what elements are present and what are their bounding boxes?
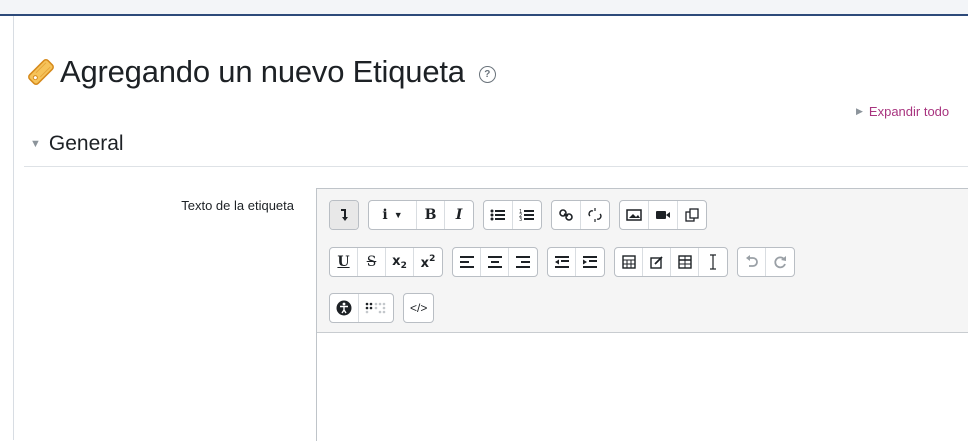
unlink-icon	[588, 208, 602, 222]
table-icon	[677, 255, 692, 269]
expand-all-link[interactable]: ▶ Expandir todo	[856, 104, 949, 119]
subscript-button[interactable]: x2	[386, 248, 414, 276]
undo-button[interactable]	[738, 248, 766, 276]
equation-icon	[621, 255, 636, 269]
manage-files-button[interactable]	[678, 201, 706, 229]
align-center-button[interactable]	[481, 248, 509, 276]
special-character-button[interactable]	[643, 248, 671, 276]
italic-icon: I	[455, 207, 463, 223]
align-center-icon	[487, 256, 502, 268]
toggle-toolbar-button[interactable]	[330, 201, 358, 229]
strikethrough-icon: S	[366, 254, 377, 270]
bold-icon: B	[424, 207, 437, 223]
unordered-list-icon	[490, 209, 505, 221]
indent-icon	[583, 256, 597, 268]
html-source-icon: </>	[410, 301, 428, 315]
editor-toolbar: i ▼ B I 1 2 3 U S x2 x2 </>	[317, 189, 968, 333]
toolbar-row-1: i ▼ B I 1 2 3	[329, 200, 707, 230]
undo-icon	[745, 255, 758, 267]
superscript-button[interactable]: x2	[414, 248, 442, 276]
redo-button[interactable]	[766, 248, 794, 276]
video-button[interactable]	[649, 201, 678, 229]
expand-all-label[interactable]: Expandir todo	[869, 104, 949, 119]
toolbar-group: 1 2 3	[483, 200, 542, 230]
toolbar-group	[614, 247, 728, 277]
superscript-icon: x2	[420, 253, 436, 271]
toolbar-row-2: U S x2 x2	[329, 247, 795, 277]
subscript-icon: x2	[392, 253, 407, 271]
toolbar-group: i ▼ B I	[368, 200, 474, 230]
toolbar-group	[452, 247, 538, 277]
align-right-icon	[516, 256, 530, 268]
collapse-caret-icon[interactable]: ▼	[30, 138, 41, 150]
special-character-icon	[649, 256, 663, 269]
unlink-button[interactable]	[581, 201, 609, 229]
underline-icon: U	[337, 254, 350, 270]
screenreader-helper-button[interactable]	[359, 294, 393, 322]
toolbar-group: U S x2 x2	[329, 247, 443, 277]
clear-formatting-icon	[710, 254, 716, 270]
field-label: Texto de la etiqueta	[181, 198, 294, 213]
video-icon	[656, 211, 670, 219]
outdent-icon	[554, 256, 569, 268]
editor-content-area[interactable]	[317, 333, 968, 441]
align-left-button[interactable]	[453, 248, 481, 276]
ordered-list-icon: 1 2 3	[519, 209, 534, 222]
paragraph-style-icon: i	[382, 207, 388, 223]
accessibility-checker-button[interactable]	[330, 294, 359, 322]
toolbar-group	[547, 247, 605, 277]
toolbar-row-3: </>	[329, 293, 435, 323]
svg-text:3: 3	[519, 217, 522, 222]
section-divider	[24, 166, 968, 167]
clear-formatting-button[interactable]	[699, 248, 727, 276]
align-right-button[interactable]	[509, 248, 537, 276]
link-icon	[559, 209, 573, 221]
expand-triangle-icon: ▶	[856, 106, 863, 116]
outdent-button[interactable]	[548, 248, 576, 276]
bold-button[interactable]: B	[417, 201, 445, 229]
align-left-icon	[459, 256, 474, 268]
strikethrough-button[interactable]: S	[358, 248, 386, 276]
image-button[interactable]	[620, 201, 649, 229]
paragraph-style-button[interactable]: i ▼	[369, 201, 417, 229]
italic-button[interactable]: I	[445, 201, 473, 229]
indent-button[interactable]	[576, 248, 604, 276]
underline-button[interactable]: U	[330, 248, 358, 276]
toolbar-group	[329, 200, 359, 230]
rich-text-editor: i ▼ B I 1 2 3 U S x2 x2 </>	[316, 188, 968, 441]
toolbar-group	[737, 247, 795, 277]
link-button[interactable]	[552, 201, 581, 229]
unordered-list-button[interactable]	[484, 201, 513, 229]
section-general-header[interactable]: ▼ General	[30, 132, 124, 156]
table-button[interactable]	[671, 248, 699, 276]
image-icon	[626, 209, 642, 221]
toolbar-group	[619, 200, 707, 230]
section-title[interactable]: General	[49, 132, 124, 156]
label-tag-icon	[24, 55, 58, 89]
dropdown-caret-icon: ▼	[393, 210, 403, 220]
top-navbar	[0, 0, 968, 16]
page-title-text: Agregando un nuevo Etiqueta	[60, 54, 465, 89]
toolbar-group	[551, 200, 610, 230]
toolbar-group: </>	[403, 293, 435, 323]
page-title: Agregando un nuevo Etiqueta ?	[24, 50, 496, 94]
toggle-toolbar-icon	[341, 209, 348, 221]
screenreader-helper-icon	[365, 302, 386, 314]
toolbar-group	[329, 293, 394, 323]
accessibility-checker-icon	[336, 300, 352, 316]
ordered-list-button[interactable]: 1 2 3	[513, 201, 541, 229]
equation-button[interactable]	[615, 248, 643, 276]
redo-icon	[774, 256, 786, 269]
left-border	[13, 16, 14, 440]
manage-files-icon	[685, 208, 699, 222]
help-icon[interactable]: ?	[478, 65, 496, 83]
html-source-button[interactable]: </>	[404, 294, 433, 322]
